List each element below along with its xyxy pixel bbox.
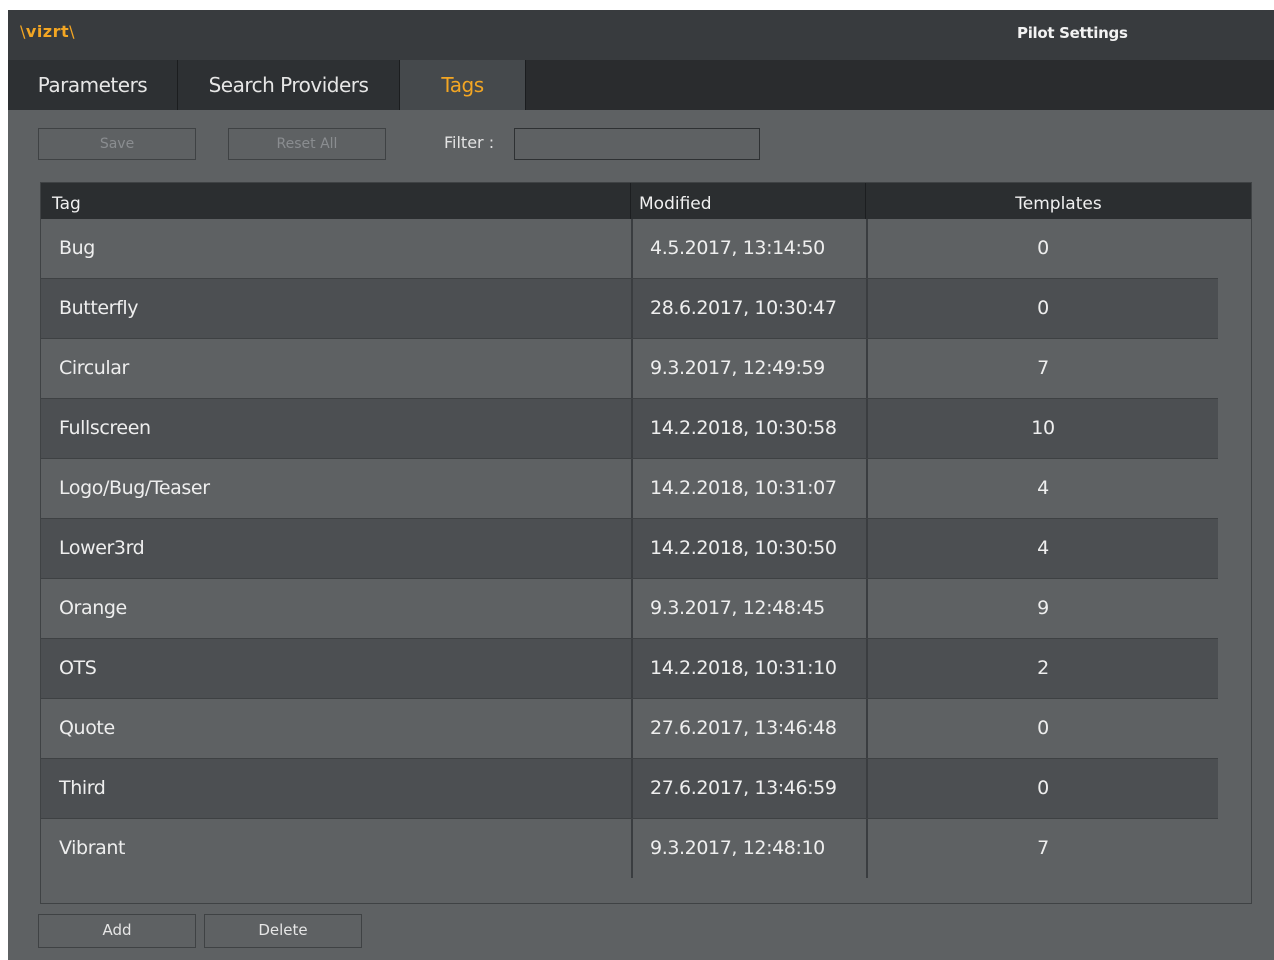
templates-cell: 0 [866, 699, 1218, 758]
tab-search-providers[interactable]: Search Providers [178, 60, 400, 110]
templates-cell: 7 [866, 819, 1218, 878]
tag-cell: Fullscreen [59, 417, 151, 439]
templates-cell: 2 [866, 639, 1218, 698]
add-button[interactable]: Add [38, 914, 196, 948]
table-row[interactable]: Quote 27.6.2017, 13:46:48 0 [41, 699, 1218, 759]
title-bar: \vizrt\ Pilot Settings [8, 10, 1274, 60]
table-row[interactable]: Lower3rd 14.2.2018, 10:30:50 4 [41, 519, 1218, 579]
modified-cell: 27.6.2017, 13:46:59 [631, 759, 866, 818]
templates-cell: 0 [866, 279, 1218, 338]
table-row[interactable]: Butterfly 28.6.2017, 10:30:47 0 [41, 279, 1218, 339]
column-header-modified[interactable]: Modified [631, 183, 866, 219]
modified-cell: 9.3.2017, 12:48:10 [631, 819, 866, 878]
column-header-tag[interactable]: Tag [41, 183, 631, 219]
tab-bar: Parameters Search Providers Tags [8, 60, 1274, 110]
table-row[interactable]: Orange 9.3.2017, 12:48:45 9 [41, 579, 1218, 639]
window-title: Pilot Settings [1017, 24, 1128, 42]
tag-cell: Quote [59, 717, 115, 739]
pilot-settings-window: \vizrt\ Pilot Settings Parameters Search… [8, 10, 1274, 960]
table-row[interactable]: Third 27.6.2017, 13:46:59 0 [41, 759, 1218, 819]
tags-table: Tag Modified Templates Bug 4.5.2017, 13:… [40, 182, 1252, 904]
tab-tags[interactable]: Tags [400, 60, 526, 110]
tag-cell: Vibrant [59, 837, 126, 859]
templates-cell: 10 [866, 399, 1218, 458]
modified-cell: 28.6.2017, 10:30:47 [631, 279, 866, 338]
modified-cell: 14.2.2018, 10:30:58 [631, 399, 866, 458]
filter-input[interactable] [514, 128, 760, 160]
tag-cell: Bug [59, 237, 95, 259]
save-button[interactable]: Save [38, 128, 196, 160]
modified-cell: 9.3.2017, 12:48:45 [631, 579, 866, 638]
column-header-templates[interactable]: Templates [866, 183, 1251, 219]
tag-cell: Circular [59, 357, 129, 379]
modified-cell: 14.2.2018, 10:30:50 [631, 519, 866, 578]
templates-cell: 7 [866, 339, 1218, 398]
table-row[interactable]: Fullscreen 14.2.2018, 10:30:58 10 [41, 399, 1218, 459]
templates-cell: 4 [866, 459, 1218, 518]
table-row[interactable]: Logo/Bug/Teaser 14.2.2018, 10:31:07 4 [41, 459, 1218, 519]
modified-cell: 27.6.2017, 13:46:48 [631, 699, 866, 758]
templates-cell: 0 [866, 759, 1218, 818]
table-row[interactable]: Bug 4.5.2017, 13:14:50 0 [41, 219, 1218, 279]
modified-cell: 9.3.2017, 12:49:59 [631, 339, 866, 398]
table-row[interactable]: OTS 14.2.2018, 10:31:10 2 [41, 639, 1218, 699]
tag-cell: Third [59, 777, 106, 799]
templates-cell: 9 [866, 579, 1218, 638]
reset-all-button[interactable]: Reset All [228, 128, 386, 160]
templates-cell: 0 [866, 219, 1218, 278]
vizrt-logo: \vizrt\ [20, 22, 76, 41]
table-row[interactable]: Vibrant 9.3.2017, 12:48:10 7 [41, 819, 1218, 878]
tag-cell: Orange [59, 597, 127, 619]
table-row[interactable]: Circular 9.3.2017, 12:49:59 7 [41, 339, 1218, 399]
modified-cell: 4.5.2017, 13:14:50 [631, 219, 866, 278]
delete-button[interactable]: Delete [204, 914, 362, 948]
tag-cell: Butterfly [59, 297, 139, 319]
modified-cell: 14.2.2018, 10:31:07 [631, 459, 866, 518]
tab-parameters[interactable]: Parameters [8, 60, 178, 110]
modified-cell: 14.2.2018, 10:31:10 [631, 639, 866, 698]
table-header: Tag Modified Templates [41, 183, 1251, 219]
filter-label: Filter : [444, 133, 495, 152]
tag-cell: Logo/Bug/Teaser [59, 477, 210, 499]
templates-cell: 4 [866, 519, 1218, 578]
tag-cell: OTS [59, 657, 97, 679]
tag-cell: Lower3rd [59, 537, 145, 559]
